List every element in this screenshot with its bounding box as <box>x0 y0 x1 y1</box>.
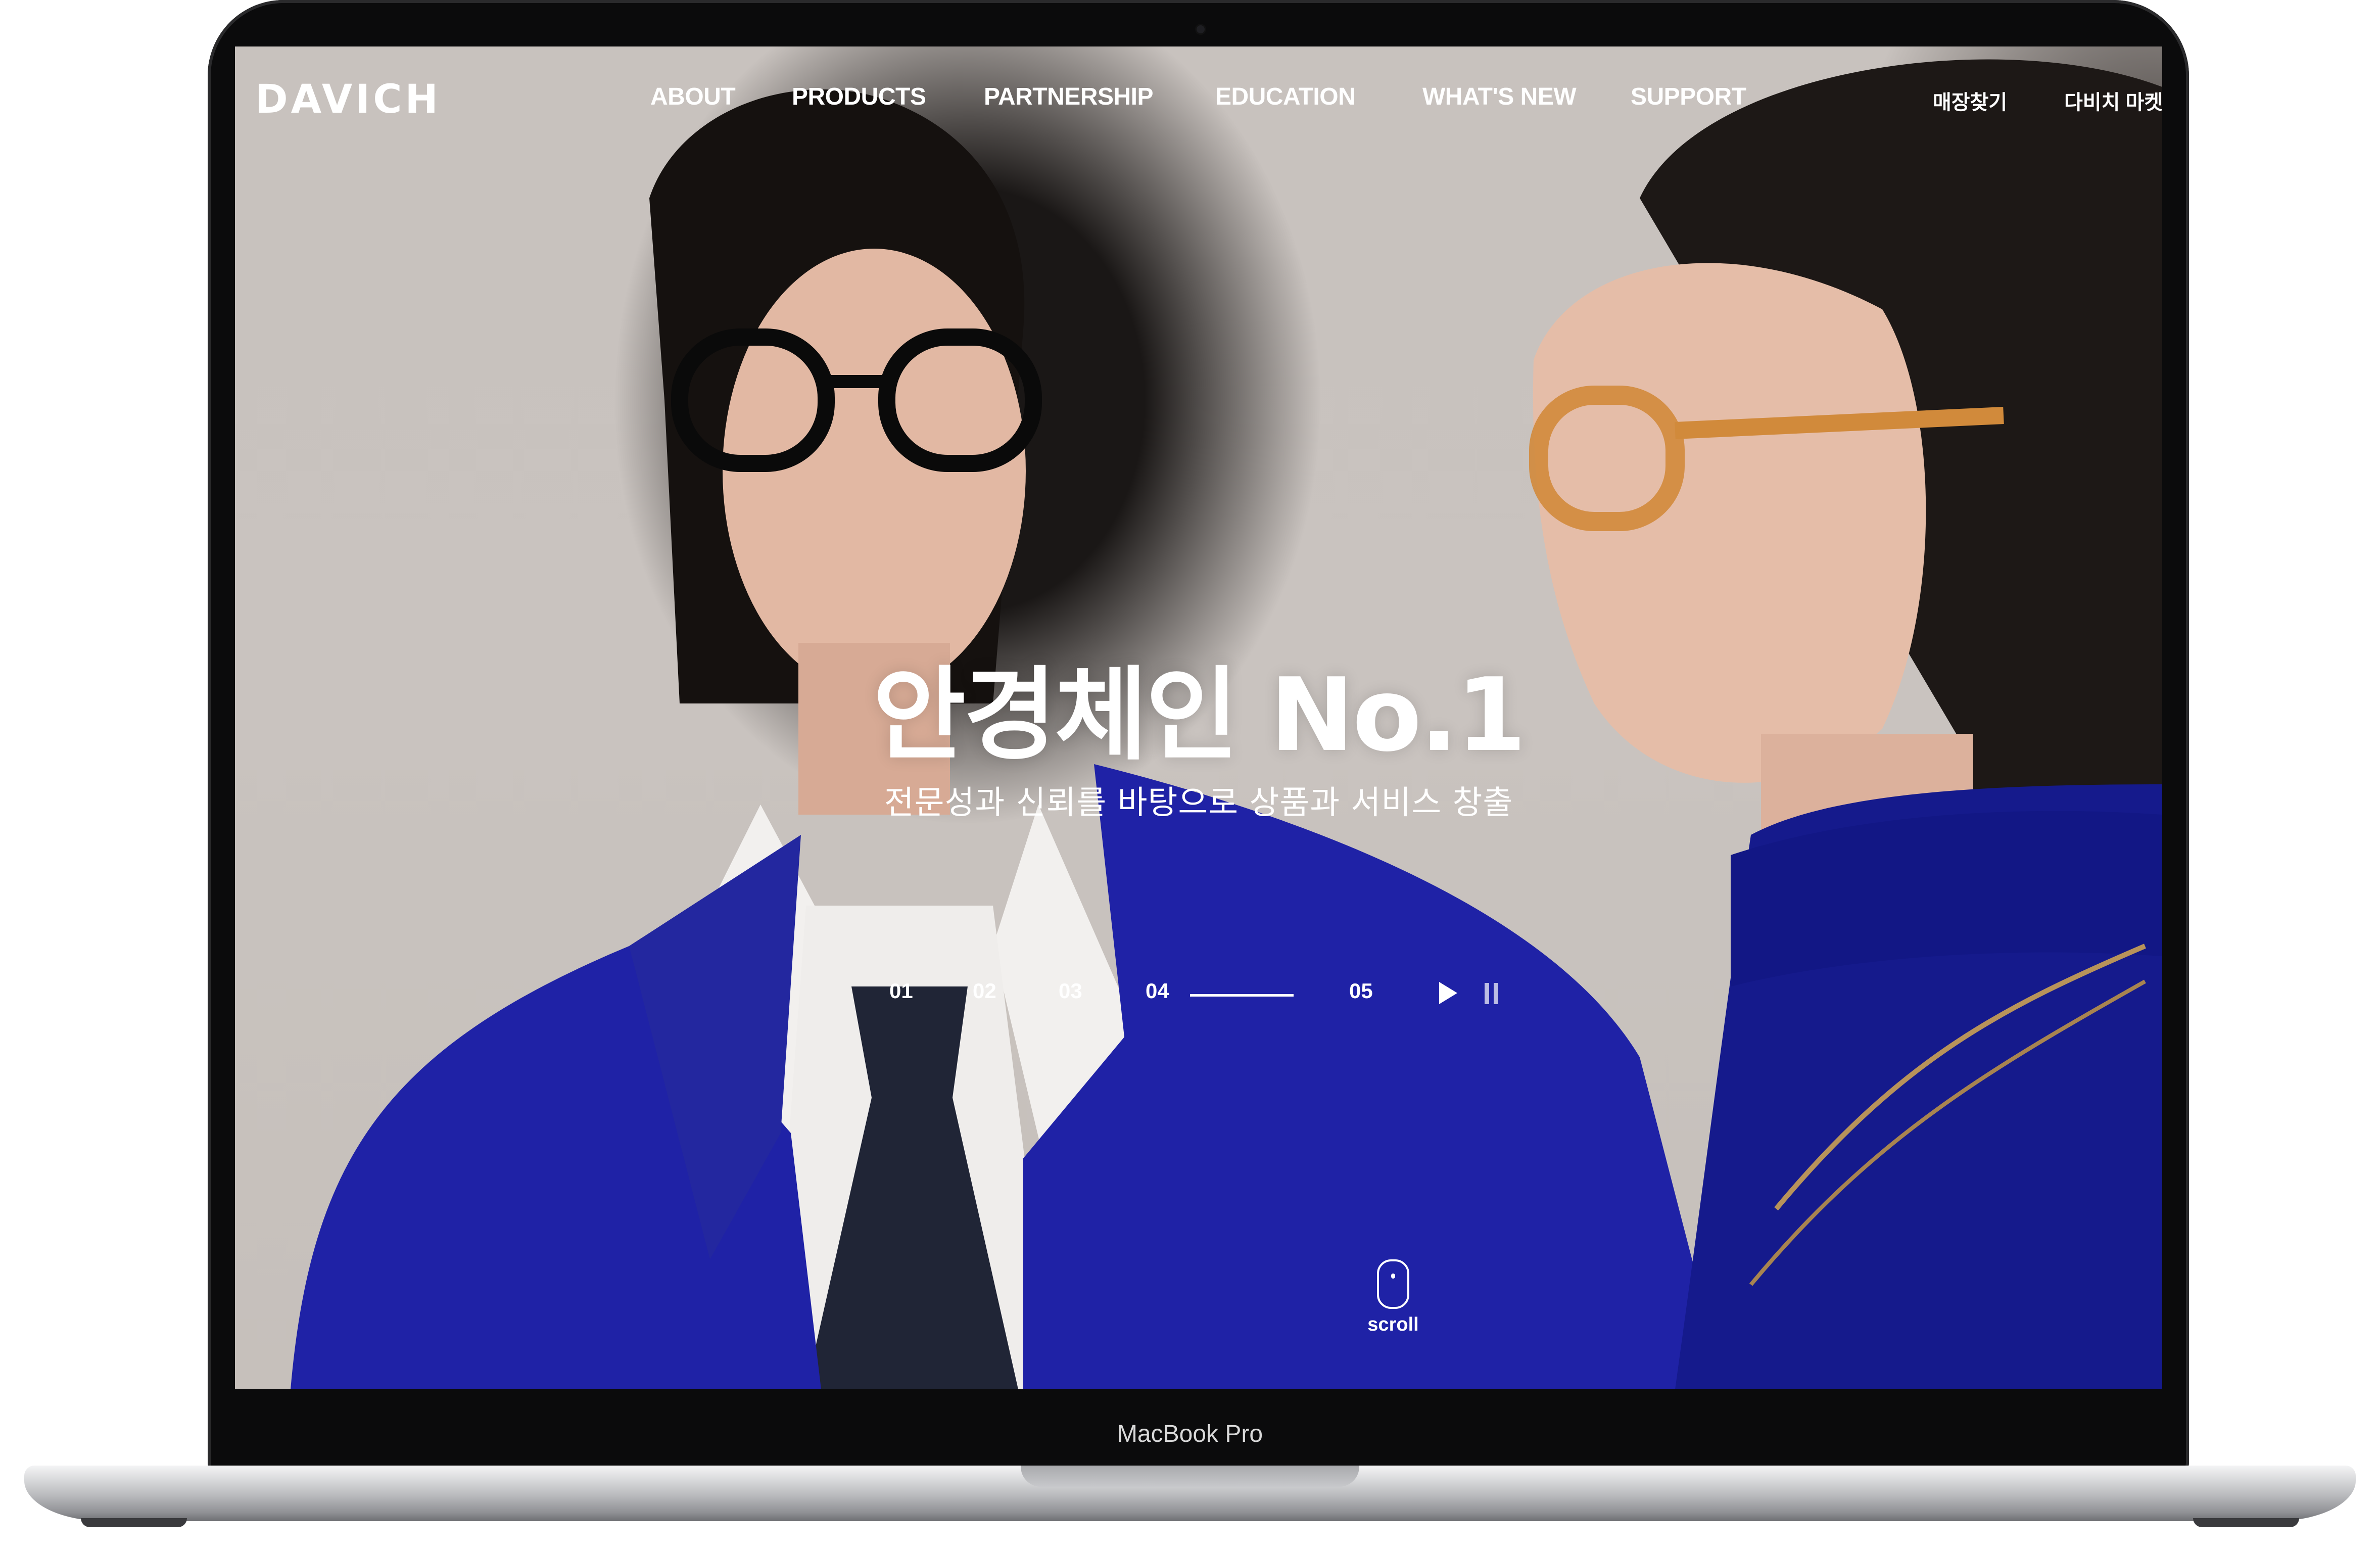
slide-page-5[interactable]: 05 <box>1349 979 1373 1003</box>
logo[interactable]: DAVICH <box>255 77 441 122</box>
hero-subtitle: 전문성과 신뢰를 바탕으로 상품과 서비스 창출 <box>884 784 1513 822</box>
slide-progress-line <box>1190 994 1294 997</box>
slide-page-4[interactable]: 04 <box>1146 979 1169 1003</box>
scroll-indicator[interactable]: scroll <box>1363 1259 1423 1336</box>
laptop-notch <box>1021 1466 1359 1487</box>
slide-page-3[interactable]: 03 <box>1059 979 1082 1003</box>
browser-viewport: DAVICH ABOUT PRODUCTS PARTNERSHIP EDUCAT… <box>235 46 2162 1389</box>
slide-page-2[interactable]: 02 <box>973 979 996 1003</box>
device-label: MacBook Pro <box>1117 1421 1263 1447</box>
top-navigation: DAVICH ABOUT PRODUCTS PARTNERSHIP EDUCAT… <box>235 46 2162 148</box>
hero-title: 안경체인 No.1 <box>873 656 1527 774</box>
play-icon[interactable] <box>1435 978 1460 1008</box>
nav-item-support[interactable]: SUPPORT <box>1631 83 1746 111</box>
davich-market-link[interactable]: 다비치 마켓 <box>2064 86 2162 115</box>
camera-icon <box>1197 25 1205 33</box>
nav-item-products[interactable]: PRODUCTS <box>792 83 926 111</box>
nav-item-whats-new[interactable]: WHAT'S NEW <box>1422 83 1577 111</box>
mouse-icon <box>1377 1259 1409 1309</box>
pause-icon[interactable] <box>1481 978 1503 1008</box>
nav-item-partnership[interactable]: PARTNERSHIP <box>984 83 1153 111</box>
scroll-label: scroll <box>1367 1314 1419 1335</box>
laptop-foot-left <box>81 1518 187 1527</box>
nav-item-education[interactable]: EDUCATION <box>1215 83 1356 111</box>
slide-page-1[interactable]: 01 <box>889 979 913 1003</box>
slide-pagination: 01 02 03 04 05 <box>235 979 2162 1014</box>
store-locator-link[interactable]: 매장찾기 <box>1933 86 2007 115</box>
laptop-foot-right <box>2193 1518 2299 1527</box>
nav-item-about[interactable]: ABOUT <box>650 83 736 111</box>
